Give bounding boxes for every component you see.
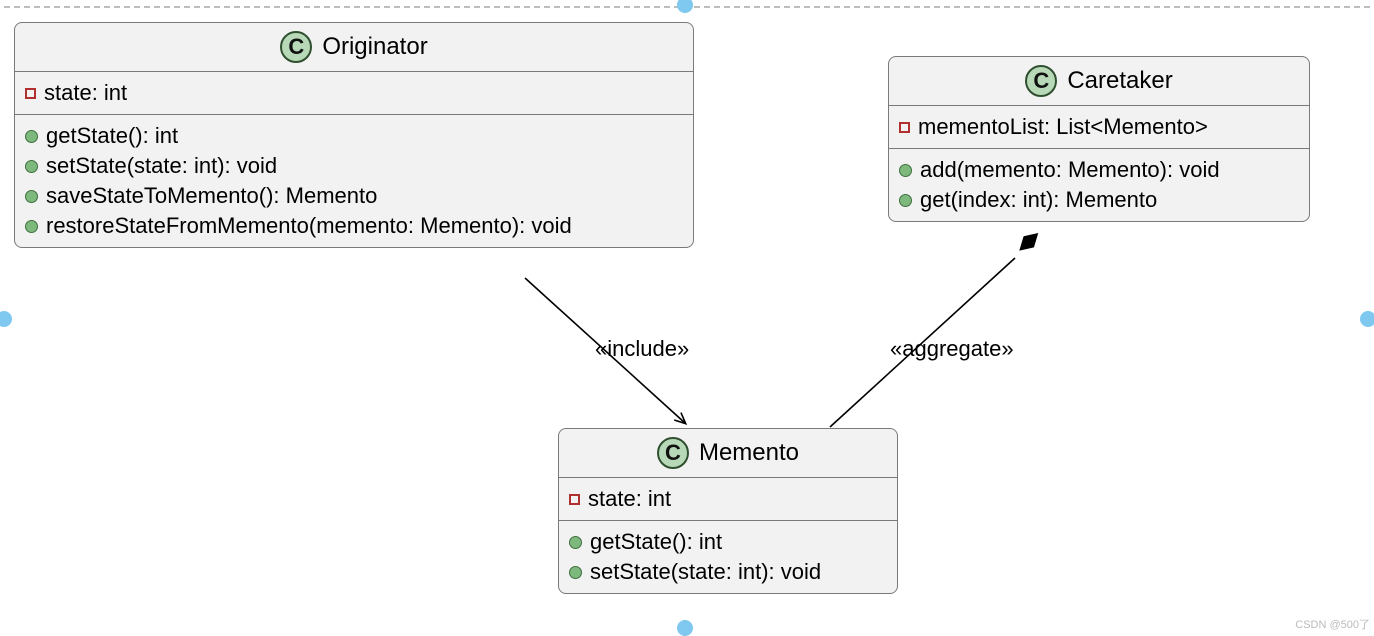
method: add(memento: Memento): void	[899, 155, 1299, 185]
selection-handle-right[interactable]	[1360, 311, 1374, 327]
aggregate-diamond-icon	[1015, 229, 1042, 256]
methods-compartment: getState(): int setState(state: int): vo…	[15, 114, 693, 247]
selection-handle-top[interactable]	[677, 0, 693, 13]
class-title: Memento	[699, 439, 799, 467]
uml-canvas: C Originator state: int getState(): int …	[0, 0, 1374, 634]
visibility-protected-icon	[569, 494, 580, 505]
class-title: Caretaker	[1067, 67, 1172, 95]
visibility-protected-icon	[25, 88, 36, 99]
method-text: restoreStateFromMemento(memento: Memento…	[46, 213, 572, 239]
method: saveStateToMemento(): Memento	[25, 181, 683, 211]
visibility-public-icon	[25, 220, 38, 233]
attribute: state: int	[25, 78, 683, 108]
attributes-compartment: mementoList: List<Memento>	[889, 106, 1309, 148]
method-text: add(memento: Memento): void	[920, 157, 1220, 183]
attribute: mementoList: List<Memento>	[899, 112, 1299, 142]
visibility-protected-icon	[899, 122, 910, 133]
method: getState(): int	[25, 121, 683, 151]
method: getState(): int	[569, 527, 887, 557]
attribute-text: mementoList: List<Memento>	[918, 114, 1208, 140]
class-header: C Originator	[15, 23, 693, 72]
method-text: saveStateToMemento(): Memento	[46, 183, 377, 209]
class-memento[interactable]: C Memento state: int getState(): int set…	[558, 428, 898, 594]
attributes-compartment: state: int	[15, 72, 693, 114]
class-header: C Caretaker	[889, 57, 1309, 106]
methods-compartment: getState(): int setState(state: int): vo…	[559, 520, 897, 593]
class-title: Originator	[322, 33, 427, 61]
method-text: getState(): int	[46, 123, 178, 149]
visibility-public-icon	[25, 160, 38, 173]
attributes-compartment: state: int	[559, 478, 897, 520]
attribute-text: state: int	[44, 80, 127, 106]
method: setState(state: int): void	[569, 557, 887, 587]
attribute-text: state: int	[588, 486, 671, 512]
visibility-public-icon	[25, 130, 38, 143]
method-text: getState(): int	[590, 529, 722, 555]
method-text: setState(state: int): void	[46, 153, 277, 179]
class-header: C Memento	[559, 429, 897, 478]
class-icon: C	[1025, 65, 1057, 97]
method: restoreStateFromMemento(memento: Memento…	[25, 211, 683, 241]
relationship-label-include: «include»	[595, 336, 689, 362]
method: get(index: int): Memento	[899, 185, 1299, 215]
method: setState(state: int): void	[25, 151, 683, 181]
watermark: CSDN @500了	[1295, 616, 1370, 632]
relationship-label-aggregate: «aggregate»	[890, 336, 1014, 362]
class-icon: C	[280, 31, 312, 63]
methods-compartment: add(memento: Memento): void get(index: i…	[889, 148, 1309, 221]
visibility-public-icon	[899, 164, 912, 177]
selection-handle-left[interactable]	[0, 311, 12, 327]
attribute: state: int	[569, 484, 887, 514]
method-text: setState(state: int): void	[590, 559, 821, 585]
visibility-public-icon	[899, 194, 912, 207]
visibility-public-icon	[25, 190, 38, 203]
class-caretaker[interactable]: C Caretaker mementoList: List<Memento> a…	[888, 56, 1310, 222]
visibility-public-icon	[569, 536, 582, 549]
class-originator[interactable]: C Originator state: int getState(): int …	[14, 22, 694, 248]
visibility-public-icon	[569, 566, 582, 579]
method-text: get(index: int): Memento	[920, 187, 1157, 213]
class-icon: C	[657, 437, 689, 469]
